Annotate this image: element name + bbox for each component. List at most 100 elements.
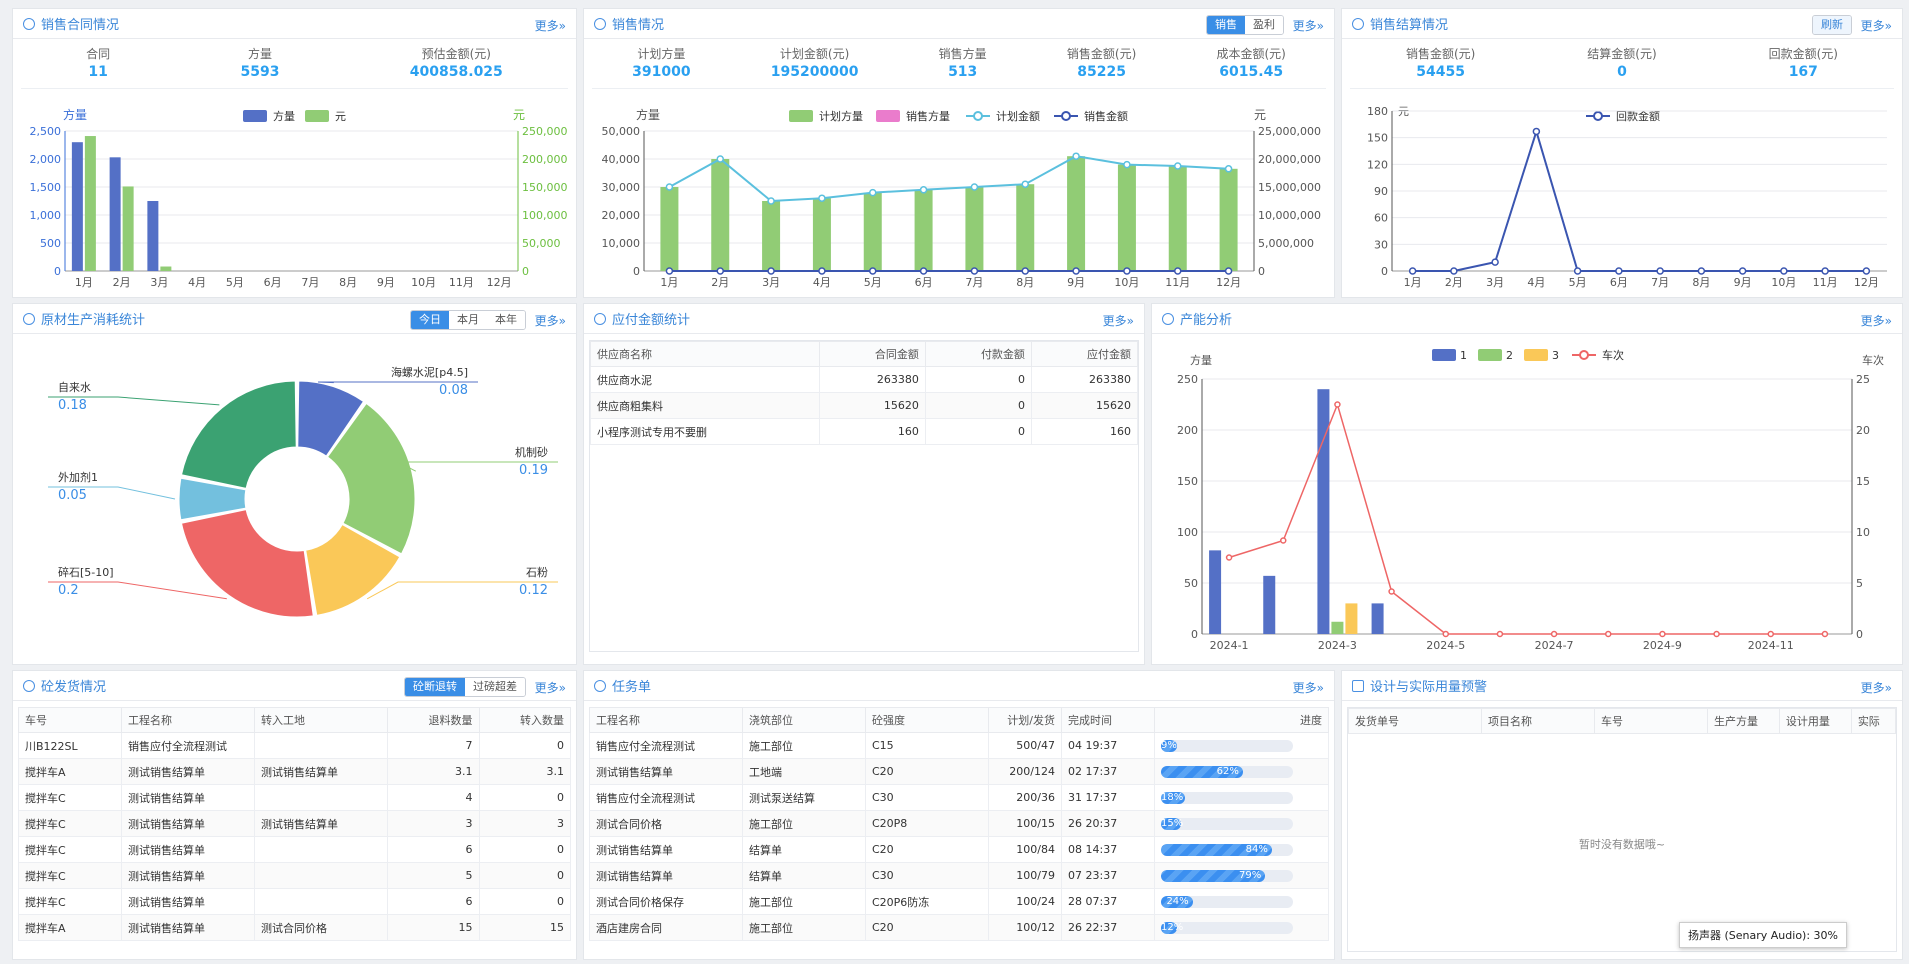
point-plan-amount[interactable] [767,197,775,205]
table-row[interactable]: 酒店建房合同 施工部位 C20 100/12 26 22:37 12% [589,914,1329,941]
bar-plan-volume[interactable] [711,159,730,271]
more-link[interactable]: 更多» [535,312,566,329]
bar-capacity-1[interactable] [1371,603,1384,634]
point-trips[interactable] [1659,630,1666,638]
point-sales-amount[interactable] [665,267,674,275]
donut-slice[interactable] [180,380,297,489]
tab-profit[interactable]: 盈利 [1245,16,1283,34]
bar-plan-volume[interactable] [914,189,933,271]
legend-volume-swatch[interactable] [243,110,267,122]
tab-this-month[interactable]: 本月 [449,311,487,329]
point-sales-amount[interactable] [767,267,775,275]
point-collection[interactable] [1656,267,1664,275]
legend-sales-amount-marker[interactable] [1061,111,1071,121]
bar-plan-volume[interactable] [1219,168,1238,271]
legend-trips-label[interactable]: 车次 [1602,348,1624,362]
point-plan-amount[interactable] [818,194,826,202]
legend-plan-volume-label[interactable]: 计划方量 [819,109,863,123]
bar-yuan[interactable] [122,186,134,271]
col-contract-amount[interactable]: 合同金额 [818,341,926,367]
col-vehicle[interactable]: 车号 [18,707,122,733]
point-collection[interactable] [1738,267,1747,275]
bar-volume[interactable] [147,201,159,271]
col-transfer-site[interactable]: 转入工地 [254,707,388,733]
col-vehicle[interactable]: 车号 [1594,708,1708,734]
point-trips[interactable] [1388,588,1395,595]
table-row[interactable]: 测试销售结算单 结算单 C30 100/79 07 23:37 79% [589,862,1329,889]
bar-volume[interactable] [71,142,83,271]
legend-3-swatch[interactable] [1524,349,1548,361]
col-payable-amount[interactable]: 应付金额 [1030,341,1139,367]
col-plan-delivered[interactable]: 计划/发货 [988,707,1062,733]
tab-today[interactable]: 今日 [411,311,449,329]
tab-sales[interactable]: 销售 [1207,16,1245,34]
legend-volume-label[interactable]: 方量 [273,109,295,123]
point-sales-amount[interactable] [818,267,826,275]
donut-slice[interactable] [180,509,314,618]
bar-capacity-1[interactable] [1317,389,1330,634]
more-link[interactable]: 更多» [1293,17,1324,34]
col-design-usage[interactable]: 设计用量 [1778,708,1852,734]
col-actual-usage[interactable]: 实际 [1850,708,1897,734]
table-row[interactable]: 小程序测试专用不要删 160 0 160 [590,418,1139,445]
bar-plan-volume[interactable] [863,192,882,271]
bar-capacity-2[interactable] [1331,621,1344,634]
legend-3-label[interactable]: 3 [1552,349,1559,362]
point-sales-amount[interactable] [1224,267,1233,275]
point-collection[interactable] [1862,267,1871,275]
legend-1-label[interactable]: 1 [1460,349,1467,362]
point-sales-amount[interactable] [1072,267,1080,275]
point-plan-amount[interactable] [919,186,928,194]
col-production-volume[interactable]: 生产方量 [1707,708,1780,734]
point-trips[interactable] [1496,630,1504,638]
point-plan-amount[interactable] [716,155,724,163]
bar-plan-volume[interactable] [660,187,679,271]
table-row[interactable]: 搅拌车C 测试销售结算单 6 0 [18,836,571,863]
col-delivery-no[interactable]: 发货单号 [1348,708,1482,734]
bar-plan-volume[interactable] [1067,156,1086,271]
bar-volume[interactable] [109,157,121,271]
table-row[interactable]: 测试销售结算单 工地端 C20 200/124 02 17:37 62% [589,758,1329,785]
tab-weigh-variance[interactable]: 过磅超差 [465,678,525,696]
legend-sales-volume-label[interactable]: 销售方量 [906,109,950,123]
col-finish-time[interactable]: 完成时间 [1061,707,1155,733]
table-row[interactable]: 测试合同价格保存 施工部位 C20P6防冻 100/24 28 07:37 24% [589,888,1329,915]
legend-plan-amount-label[interactable]: 计划金额 [996,109,1040,123]
table-row[interactable]: 搅拌车A 测试销售结算单 测试合同价格 15 15 [18,914,571,941]
bar-plan-volume[interactable] [1168,166,1187,271]
table-row[interactable]: 供应商粗集料 15620 0 15620 [590,392,1139,419]
table-row[interactable]: 供应商水泥 263380 0 263380 [590,366,1139,393]
point-collection[interactable] [1780,267,1788,275]
bar-plan-volume[interactable] [812,198,831,271]
point-collection[interactable] [1491,258,1499,266]
bar-plan-volume[interactable] [1117,164,1136,271]
point-collection[interactable] [1821,267,1829,275]
point-collection[interactable] [1450,267,1458,275]
point-trips[interactable] [1605,630,1612,638]
table-row[interactable]: 川B122SL 销售应付全流程测试 7 0 [18,732,571,759]
more-link[interactable]: 更多» [1293,679,1324,696]
bar-capacity-3[interactable] [1345,603,1358,634]
more-link[interactable]: 更多» [1103,312,1134,329]
point-sales-amount[interactable] [1021,267,1029,275]
col-project[interactable]: 工程名称 [589,707,743,733]
point-collection[interactable] [1697,267,1706,275]
point-plan-amount[interactable] [1021,180,1029,188]
col-project-name[interactable]: 项目名称 [1481,708,1595,734]
bar-plan-volume[interactable] [762,201,781,271]
more-link[interactable]: 更多» [535,17,566,34]
col-project[interactable]: 工程名称 [121,707,255,733]
legend-2-swatch[interactable] [1478,349,1502,361]
point-collection[interactable] [1408,267,1417,275]
bar-plan-volume[interactable] [1016,184,1035,271]
legend-collection-marker[interactable] [1593,111,1603,121]
more-link[interactable]: 更多» [1861,17,1892,34]
point-trips[interactable] [1334,401,1341,408]
point-plan-amount[interactable] [970,183,979,191]
table-row[interactable]: 搅拌车C 测试销售结算单 4 0 [18,784,571,811]
point-plan-amount[interactable] [869,188,877,197]
legend-yuan-label[interactable]: 元 [335,110,346,123]
table-row[interactable]: 搅拌车C 测试销售结算单 5 0 [18,862,571,889]
legend-plan-volume-swatch[interactable] [789,110,813,122]
table-row[interactable]: 搅拌车C 测试销售结算单 测试销售结算单 3 3 [18,810,571,837]
